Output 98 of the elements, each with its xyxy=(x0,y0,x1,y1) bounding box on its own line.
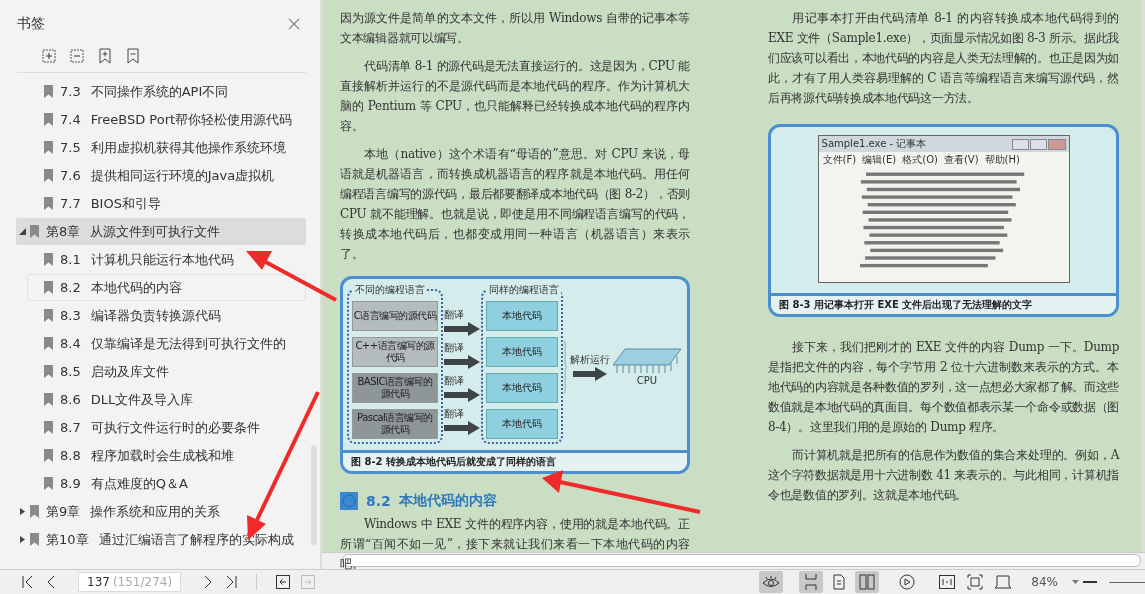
bookmark-icon xyxy=(30,505,39,518)
paragraph: 接下来，我们把刚才的 EXE 文件的内容 Dump 一下。Dump 是指把文件的内容，每个字节用 2 位十六进制数来表示的方式。本地代码的内容就是各种数值的罗列，这一点想必大家都了解。而这些数值就是本地代码的真面目。每个数值都表示某一个命令或数据（图 8-4）。这里我们用的是原始的 Dump 程序。 xyxy=(768,339,1120,436)
paragraph: 代码清单 8-1 的源代码是无法直接运行的。这是因为，CPU 能直接解析并运行的不是源代码而是本地代码的程序。作为计算机大脑的 Pentium 等 CPU，也只能解释已经转换成本地代码的程序内容。 xyxy=(340,58,690,135)
bookmark-item[interactable]: 7.7 BIOS和引导 xyxy=(27,190,306,217)
right-arrow-icon xyxy=(573,366,607,381)
bookmark-item[interactable]: 8.4 仅靠编译是无法得到可执行文件的 xyxy=(27,330,306,357)
section-marker-icon xyxy=(340,492,358,510)
two-page-button[interactable] xyxy=(855,571,880,593)
paragraph: 而计算机就是把所有的信息作为数值的集合来处理的。例如，A 这个字符数据就是用十六进制数 41 来表示的。与此相同，计算机指令也是数值的罗列。这就是本地代码。 xyxy=(768,447,1120,504)
bookmark-icon xyxy=(44,309,53,322)
bookmark-icon xyxy=(30,533,39,546)
bookmark-icon xyxy=(44,337,53,350)
right-arrow-icon xyxy=(444,388,480,402)
bookmark-icon xyxy=(44,85,53,98)
bookmark-icon xyxy=(44,281,53,294)
cpu-chip-icon xyxy=(611,347,683,375)
previous-page-icon[interactable] xyxy=(45,575,57,589)
arrow-label: 解析运行 xyxy=(570,352,610,367)
collapse-all-icon[interactable] xyxy=(69,48,85,64)
group-label: 同样的编程语言 xyxy=(487,283,561,297)
scrollbar[interactable] xyxy=(322,552,1145,569)
bookmark-icon xyxy=(44,477,53,490)
page-icon xyxy=(833,574,846,590)
cpu-label: CPU xyxy=(636,375,658,386)
expander-icon[interactable] xyxy=(19,536,26,543)
native-code-box: 本地代码 xyxy=(486,409,558,439)
play-icon xyxy=(899,574,916,590)
bookmark-item[interactable]: 8.2 本地代码的内容 xyxy=(27,274,306,301)
right-arrow-icon xyxy=(444,322,480,336)
right-arrow-icon xyxy=(444,355,480,369)
fit-width-icon xyxy=(994,574,1013,590)
figure-caption: 图 8-2 转换成本地代码后就变成了同样的语言 xyxy=(343,450,687,471)
bookmark-item[interactable]: 8.3 编译器负责转换源代码 xyxy=(27,302,306,329)
bookmark-icon xyxy=(44,421,53,434)
paragraph: 用记事本打开由代码清单 8-1 的内容转换成本地代码得到的 EXE 文件（Sample1.exe），页面显示情况如图 8-3 所示。据此我们应该可以看出，本地代码的内容是人类无法理解的。也正是因为如此，才有了用人类容易理解的 C 语言等编程语言来编写源代码，然后再将源代码转换成本地代码这一方法。 xyxy=(768,10,1120,107)
fit-page-icon xyxy=(967,574,984,590)
bookmark-icon xyxy=(44,365,53,378)
bookmark-icon xyxy=(44,253,53,266)
paragraph: Windows 中 EXE 文件的程序内容，使用的就是本地代码。正所谓“百闻不如一见”，接下来就让我们来看一下本地代码的内容吧。 xyxy=(340,516,690,573)
bookmark-icon xyxy=(44,449,53,462)
bookmark-icon xyxy=(30,225,39,238)
window-controls-icon xyxy=(1011,138,1066,150)
bookmark-item[interactable]: 第8章 从源文件到可执行文件 xyxy=(16,218,306,245)
expander-icon[interactable] xyxy=(19,508,26,515)
arrow-label: 翻译 xyxy=(444,407,464,421)
bookmark-item[interactable]: 8.7 可执行文件运行时的必要条件 xyxy=(27,414,306,441)
continuous-view-icon xyxy=(804,574,819,590)
bookmark-item[interactable]: 7.5 利用虚拟机获得其他操作系统环境 xyxy=(27,134,306,161)
panel-title: 书签 xyxy=(17,15,45,33)
remove-bookmark-icon[interactable] xyxy=(125,48,141,64)
bookmark-item[interactable]: 7.6 提供相同运行环境的Java虚拟机 xyxy=(27,162,306,189)
actual-size-icon xyxy=(939,575,956,589)
paragraph: 因为源文件是简单的文本文件，所以用 Windows 自带的记事本等文本编辑器就可以编写。 xyxy=(340,10,690,47)
bookmark-item[interactable]: 8.6 DLL文件及导入库 xyxy=(27,386,306,413)
bookmark-item[interactable]: 第9章 操作系统和应用的关系 xyxy=(16,498,306,525)
arrow-label: 翻译 xyxy=(444,308,464,322)
bookmark-icon xyxy=(44,393,53,406)
bookmark-icon xyxy=(44,169,53,182)
arrow-label: 翻译 xyxy=(444,374,464,388)
bookmark-item[interactable]: 7.4 FreeBSD Port帮你轻松使用源代码 xyxy=(27,106,306,133)
source-code-box: C++语言编写的源代码 xyxy=(352,337,438,367)
right-arrow-icon xyxy=(444,421,480,435)
section-title: 本地代码的内容 xyxy=(398,492,497,510)
expander-icon[interactable] xyxy=(19,228,26,235)
native-code-box: 本地代码 xyxy=(486,373,558,403)
paragraph: 本地（native）这个术语有“母语的”意思。对 CPU 来说，母语就是机器语言，而转换成机器语言的程序就是本地代码。用任何编程语言编写的源代码，最后都要翻译成本地代码（图 8-2），否则 CPU 就不能理解。也就是说，即使是用不同编程语言编写的代码，转换成本地代码后，也都变成用同一种语言（机器语言）来表示了。 xyxy=(340,146,690,263)
native-code-box: 本地代码 xyxy=(486,301,558,331)
eye-protection-button[interactable] xyxy=(759,571,784,593)
back-icon[interactable] xyxy=(276,575,291,589)
native-code-box: 本地代码 xyxy=(486,337,558,367)
close-icon[interactable] xyxy=(288,18,300,30)
bookmark-item[interactable]: 7.3 不同操作系统的API不同 xyxy=(27,78,306,105)
zoom-out-icon[interactable] xyxy=(1083,580,1097,584)
arrow-label: 翻译 xyxy=(444,341,464,355)
bookmark-item[interactable]: 8.1 计算机只能运行本地代码 xyxy=(27,246,306,273)
bookmark-icon xyxy=(44,113,53,126)
bookmark-item[interactable]: 8.5 启动及库文件 xyxy=(27,358,306,385)
expand-all-icon[interactable] xyxy=(41,48,57,64)
page-number-field[interactable]: 137 (151/274) xyxy=(78,572,182,592)
bookmark-icon xyxy=(44,197,53,210)
continuous-view-button[interactable] xyxy=(799,571,824,593)
dropdown-caret-icon[interactable] xyxy=(1072,580,1079,584)
bookmark-item[interactable]: 8.8 程序加载时会生成栈和堆 xyxy=(27,442,306,469)
zoom-dropdown[interactable]: 84% xyxy=(1031,575,1058,589)
source-code-box: Pascal语言编写的源代码 xyxy=(352,409,438,439)
add-bookmark-icon[interactable] xyxy=(97,48,113,64)
last-page-icon[interactable] xyxy=(225,575,238,589)
bookmark-icon xyxy=(44,141,53,154)
window-title: Sample1.exe - 记事本 xyxy=(821,137,927,151)
bookmark-item[interactable]: 8.9 有点难度的Q＆A xyxy=(27,470,306,497)
figure-caption: 图 8-3 用记事本打开 EXE 文件后出现了无法理解的文字 xyxy=(771,293,1117,314)
group-label: 不同的编程语言 xyxy=(353,283,427,297)
first-page-icon[interactable] xyxy=(22,575,34,589)
source-code-box: C语言编写的源代码 xyxy=(352,301,438,331)
section-number: 8.2 xyxy=(366,493,391,509)
two-page-icon xyxy=(859,574,876,590)
source-code-box: BASIC语言编写的源代码 xyxy=(352,373,438,403)
eye-icon xyxy=(762,575,781,589)
